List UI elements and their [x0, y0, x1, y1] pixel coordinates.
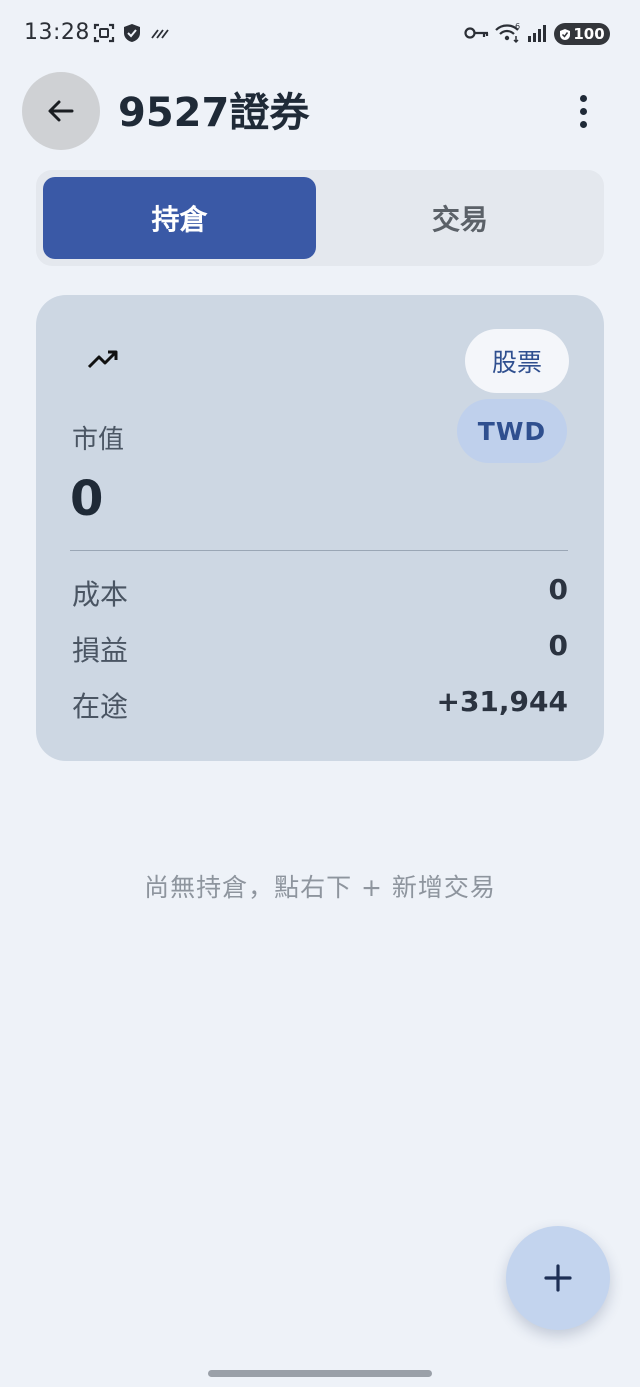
more-menu-button[interactable] — [560, 88, 606, 134]
page-title: 9527證券 — [118, 90, 310, 136]
more-vert-icon-dot — [579, 94, 587, 102]
empty-state-message: 尚無持倉，點右下 + 新增交易 — [144, 873, 496, 902]
in-transit-value: +31,944 — [436, 685, 568, 718]
wifi-icon: 6 — [494, 22, 522, 44]
battery-icon: 100 — [554, 23, 610, 45]
key-icon — [464, 22, 490, 44]
asset-type-chip[interactable]: 股票 — [465, 329, 569, 393]
cost-row: 成本 0 — [72, 573, 568, 613]
battery-shield-icon — [560, 28, 571, 40]
cost-label: 成本 — [72, 578, 129, 611]
in-transit-label: 在途 — [72, 690, 129, 723]
summary-card: 股票 TWD 市值 0 成本 0 損益 0 在途 +31,944 — [36, 295, 604, 761]
svg-text:6: 6 — [515, 22, 520, 31]
trending-up-icon — [87, 350, 118, 369]
battery-level: 100 — [573, 25, 605, 43]
tab-transactions[interactable]: 交易 — [323, 177, 597, 259]
cell-signal-icon — [526, 22, 548, 44]
plus-icon — [544, 1264, 572, 1292]
currency-chip[interactable]: TWD — [457, 399, 567, 463]
signal-muted-icon — [150, 22, 170, 44]
segmented-tabs: 持倉 交易 — [36, 170, 604, 266]
more-vert-icon-dot — [579, 107, 587, 115]
home-indicator[interactable] — [208, 1370, 432, 1377]
shield-icon — [122, 22, 142, 44]
back-arrow-icon — [48, 100, 74, 122]
market-value-label: 市值 — [72, 425, 125, 455]
pnl-value: 0 — [548, 629, 568, 662]
tab-holdings[interactable]: 持倉 — [43, 177, 316, 259]
cost-value: 0 — [548, 573, 568, 606]
pnl-row: 損益 0 — [72, 629, 568, 669]
divider — [70, 550, 568, 551]
pnl-label: 損益 — [72, 634, 129, 667]
status-time: 13:28 — [24, 20, 90, 45]
add-transaction-button[interactable] — [506, 1226, 610, 1330]
in-transit-row: 在途 +31,944 — [72, 685, 568, 725]
back-button[interactable] — [22, 72, 100, 150]
screenshot-icon — [92, 22, 116, 44]
status-bar: 13:28 6 100 — [0, 0, 640, 68]
market-value: 0 — [70, 471, 104, 527]
more-vert-icon-dot — [579, 120, 587, 128]
